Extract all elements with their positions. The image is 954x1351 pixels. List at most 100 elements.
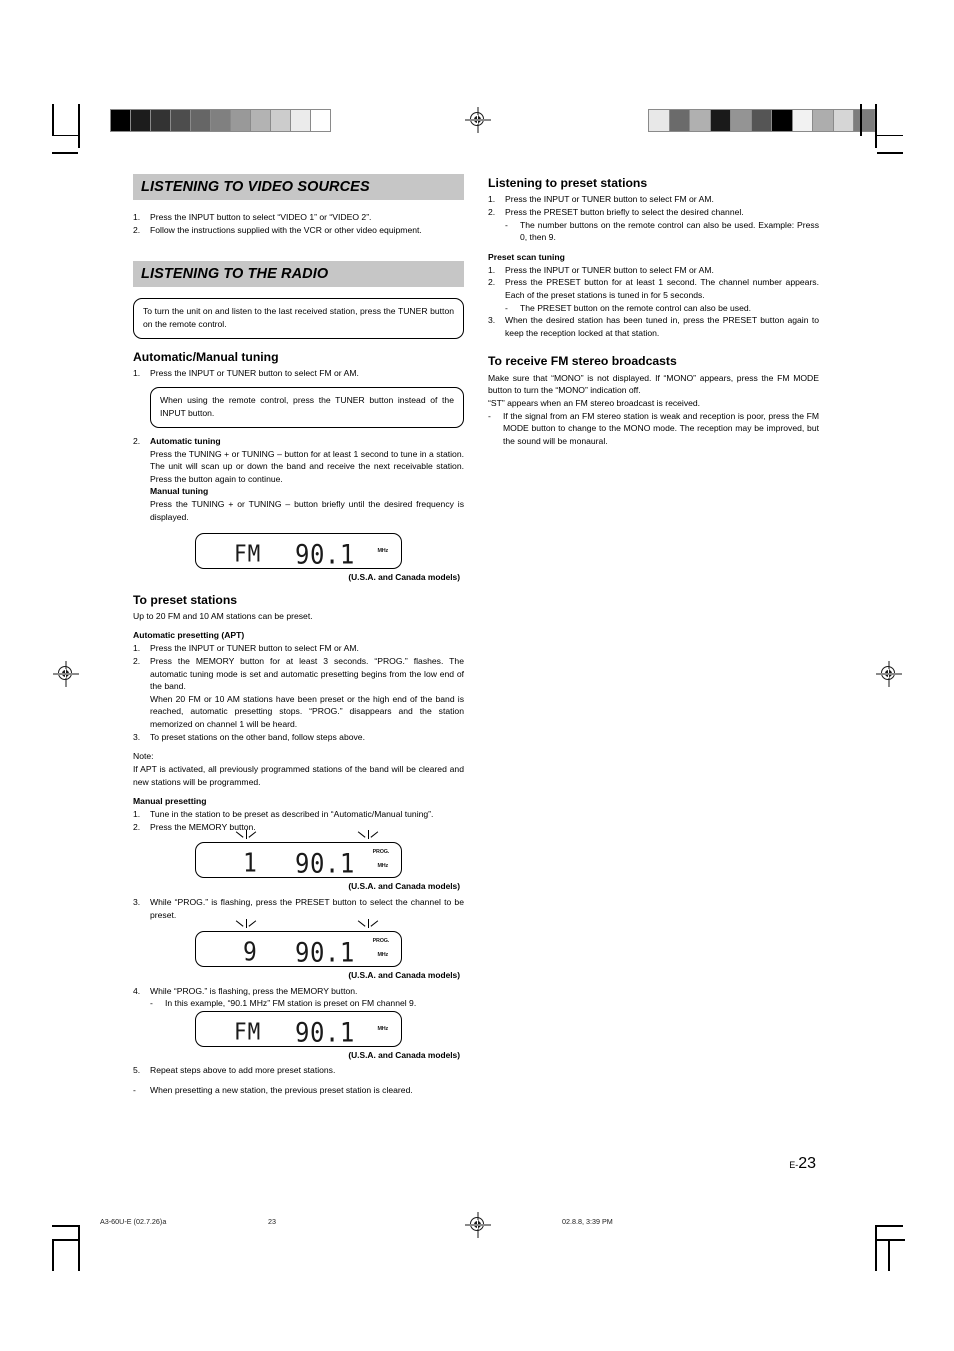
list-marker: 3. xyxy=(133,731,141,742)
flash-indicator-channel xyxy=(231,918,261,931)
list-item-sub: - The number buttons on the remote contr… xyxy=(488,219,819,244)
list-marker: 1. xyxy=(488,194,496,205)
grayscale-swatch xyxy=(311,110,330,131)
list-marker: 2. xyxy=(133,435,141,446)
flash-indicator-prog xyxy=(353,918,383,931)
note-text: If APT is activated, all previously prog… xyxy=(133,763,464,787)
list-marker: 2. xyxy=(133,224,141,235)
left-column: LISTENING TO VIDEO SOURCES 1. Press the … xyxy=(133,174,464,1096)
page-number-prefix: E- xyxy=(789,1160,799,1170)
heading-automatic-manual-tuning: Automatic/Manual tuning xyxy=(133,350,279,365)
paragraph-preset-intro: Up to 20 FM and 10 AM stations can be pr… xyxy=(133,610,313,621)
list-item: 2. Press the PRESET button for at least … xyxy=(488,276,819,301)
list-item: - When presetting a new station, the pre… xyxy=(133,1084,464,1097)
list-marker: 2. xyxy=(133,821,141,832)
grayscale-swatch xyxy=(171,110,191,131)
list-marker: - xyxy=(133,1084,136,1095)
lcd-frequency-value: 90.1 xyxy=(295,848,355,880)
grayscale-swatch xyxy=(191,110,211,131)
list-text: The PRESET button on the remote control … xyxy=(520,302,752,313)
grayscale-swatch xyxy=(251,110,271,131)
lcd-frequency-value: 90.1 xyxy=(295,936,355,968)
list-item: 1. Press the INPUT or TUNER button to se… xyxy=(488,193,819,206)
list-text: Press the MEMORY button. xyxy=(150,821,256,832)
list-item: 1. Press the INPUT or TUNER button to se… xyxy=(133,642,464,655)
page-number-value: 23 xyxy=(798,1155,816,1172)
grayscale-swatch xyxy=(731,110,752,131)
grayscale-wedge-left xyxy=(110,109,331,132)
list-text: When the desired station has been tuned … xyxy=(505,315,819,338)
lcd-panel: FM 90.1 MHz xyxy=(195,532,402,570)
grayscale-swatch xyxy=(111,110,131,131)
list-marker: - xyxy=(505,219,508,230)
lcd-frequency-value: 90.1 xyxy=(295,538,355,570)
lcd-channel-number: 1 xyxy=(243,849,257,879)
grayscale-swatch xyxy=(151,110,171,131)
grayscale-swatch xyxy=(649,110,670,131)
footer-page-number: 23 xyxy=(268,1217,276,1226)
list-text: To preset stations on the other band, fo… xyxy=(150,731,365,742)
crop-mark-bottom-right xyxy=(860,1225,905,1271)
footer-timestamp: 02.8.8, 3:39 PM xyxy=(562,1217,613,1226)
heading-listening-to-preset-stations: Listening to preset stations xyxy=(488,176,648,190)
registration-mark-right xyxy=(876,661,902,687)
crop-mark-bottom-left xyxy=(52,1225,92,1271)
lcd-band-indicator: FM xyxy=(234,1018,262,1045)
grayscale-swatch xyxy=(792,110,813,131)
lcd-band-indicator: FM xyxy=(234,540,262,567)
figure-caption: (U.S.A. and Canada models) xyxy=(348,969,460,980)
subheading-automatic-presetting: Automatic presetting (APT) xyxy=(133,630,245,641)
callout-text: When using the remote control, press the… xyxy=(160,394,454,418)
grayscale-swatch xyxy=(211,110,231,131)
list-text: Follow the instructions supplied with th… xyxy=(150,224,422,235)
grayscale-swatch xyxy=(813,110,834,131)
list-text: Press the MEMORY button for at least 3 s… xyxy=(150,655,464,692)
list-text: If the signal from an FM stereo station … xyxy=(503,410,819,446)
list-item: 2. Automatic tuning Press the TUNING + o… xyxy=(133,435,464,524)
callout-tuner-note: To turn the unit on and listen to the la… xyxy=(133,298,464,340)
list-text: The number buttons on the remote control… xyxy=(520,219,819,243)
list-text: In this example, “90.1 MHz” FM station i… xyxy=(165,998,417,1009)
list-item: 2. Press the MEMORY button for at least … xyxy=(133,655,464,693)
list-item: 3. While “PROG.” is flashing, press the … xyxy=(133,896,464,921)
list-marker: 3. xyxy=(133,897,141,908)
list-text: Press the INPUT or TUNER button to selec… xyxy=(505,264,714,275)
list-item: 2. Follow the instructions supplied with… xyxy=(133,224,464,237)
section-title-video-sources: LISTENING TO VIDEO SOURCES xyxy=(141,179,370,195)
list-text: When presetting a new station, the previ… xyxy=(150,1084,413,1095)
right-column: Listening to preset stations 1. Press th… xyxy=(488,176,819,447)
figure-display-channel-1-prog: 1 90.1 PROG. MHz (U.S.A. and Canada mode… xyxy=(133,830,464,891)
list-marker: 2. xyxy=(488,277,496,288)
heading-to-preset-stations: To preset stations xyxy=(133,592,238,607)
list-item-sub: - In this example, “90.1 MHz” FM station… xyxy=(133,997,464,1010)
grayscale-swatch xyxy=(271,110,291,131)
lcd-unit-label: MHz xyxy=(377,1025,389,1032)
list-marker: 1. xyxy=(133,809,141,820)
list-marker: - xyxy=(488,410,491,421)
manual-page: LISTENING TO VIDEO SOURCES 1. Press the … xyxy=(0,0,954,1351)
grayscale-swatch xyxy=(231,110,251,131)
list-text: While “PROG.” is flashing, press the PRE… xyxy=(150,897,464,920)
list-item: 5. Repeat steps above to add more preset… xyxy=(133,1064,464,1077)
subheading-manual-presetting: Manual presetting xyxy=(133,796,207,807)
figure-caption: (U.S.A. and Canada models) xyxy=(348,1049,460,1060)
list-marker: 1. xyxy=(488,264,496,275)
lcd-unit-label: MHz xyxy=(377,951,389,958)
paragraph-automatic-tuning: Press the TUNING + or TUNING – button fo… xyxy=(150,448,464,484)
registration-mark-left xyxy=(53,661,79,687)
list-item: 3. To preset stations on the other band,… xyxy=(133,731,464,744)
list-text: Press the INPUT or TUNER button to selec… xyxy=(150,368,359,379)
section-header-radio: LISTENING TO THE RADIO xyxy=(133,261,464,288)
lcd-prog-indicator: PROG. xyxy=(372,849,390,856)
list-item: 1. Press the INPUT or TUNER button to se… xyxy=(133,367,464,380)
lcd-unit-label: MHz xyxy=(377,547,389,554)
list-text: Press the PRESET button for at least 1 s… xyxy=(505,277,819,300)
list-text: Press the PRESET button briefly to selec… xyxy=(505,206,744,217)
lcd-panel: 1 90.1 PROG. MHz xyxy=(195,842,402,880)
grayscale-swatch xyxy=(751,110,772,131)
grayscale-swatch xyxy=(833,110,854,131)
lcd-panel: 9 90.1 PROG. MHz xyxy=(195,930,402,968)
subheading-automatic-tuning: Automatic tuning xyxy=(150,435,221,446)
list-text: Press the INPUT or TUNER button to selec… xyxy=(150,643,359,654)
list-marker: 5. xyxy=(133,1064,141,1075)
